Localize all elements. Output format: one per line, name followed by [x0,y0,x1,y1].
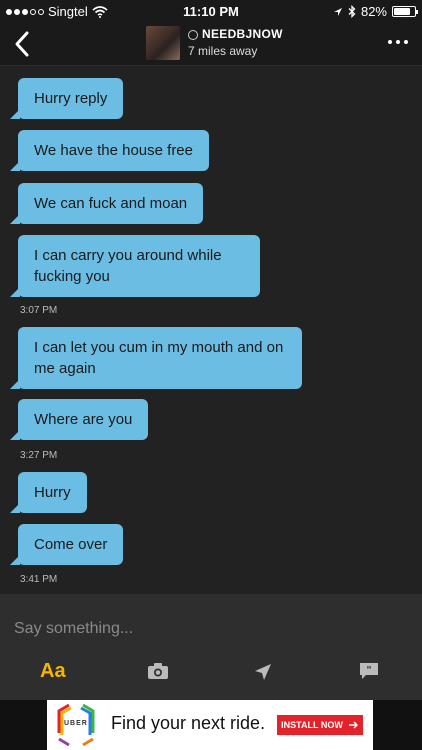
battery-icon [392,6,418,17]
ad-content[interactable]: UBER Find your next ride. INSTALL NOW [47,700,373,750]
quote-icon[interactable]: " [359,662,379,680]
distance-label: 7 miles away [188,44,258,58]
camera-icon[interactable] [147,662,169,680]
install-button-label: INSTALL NOW [281,720,343,730]
message-bubble[interactable]: Hurry reply [9,78,124,119]
chat-header: NEEDBJNOW 7 miles away [0,22,422,66]
system-indicators: 82% [333,4,418,19]
location-icon [333,7,342,16]
composer: Say something... Aa " [0,594,422,700]
message-bubble[interactable]: I can carry you around while fucking you [10,235,260,297]
message-bubble[interactable]: Hurry [10,472,87,513]
location-arrow-icon[interactable] [253,662,273,682]
text-mode-button[interactable]: Aa [40,660,66,683]
ad-headline: Find your next ride. [111,713,266,733]
install-now-button[interactable]: INSTALL NOW [277,715,363,735]
ad-banner[interactable]: UBER Find your next ride. INSTALL NOW [0,700,422,750]
battery-percent: 82% [360,4,387,19]
message-input[interactable]: Say something... [14,620,133,638]
message-bubble[interactable]: We have the house free [10,130,209,171]
message-bubble[interactable]: We can fuck and moan [9,183,204,224]
message-timestamp: 3:27 PM [20,450,58,461]
svg-text:": " [366,665,371,676]
uber-logo-text: UBER [64,720,88,727]
username[interactable]: NEEDBJNOW [202,27,283,41]
message-bubble[interactable]: Come over [9,524,124,565]
message-timestamp: 3:07 PM [20,305,58,316]
arrow-right-icon [348,721,358,729]
bluetooth-icon [348,5,356,18]
more-options-icon[interactable] [388,40,408,44]
message-list[interactable]: Hurry reply We have the house free We ca… [0,66,422,594]
online-status-icon [188,30,198,40]
message-timestamp: 3:41 PM [20,574,58,585]
avatar[interactable] [146,26,180,60]
composer-toolbar: Aa " [0,656,422,692]
status-bar: Singtel 11:10 PM 82% [0,0,422,22]
back-arrow-icon[interactable] [12,30,32,58]
message-bubble[interactable]: I can let you cum in my mouth and on me … [10,327,302,389]
message-bubble[interactable]: Where are you [9,399,149,440]
